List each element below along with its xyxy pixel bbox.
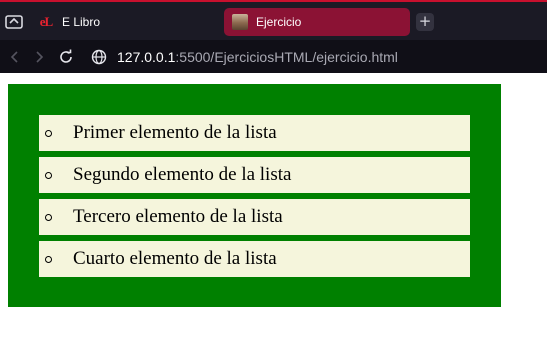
sidebar-toggle-icon[interactable] bbox=[4, 13, 24, 31]
reload-icon[interactable] bbox=[55, 46, 77, 68]
list-item: Primer elemento de la lista bbox=[39, 115, 470, 151]
tab-elibro[interactable]: eL E Libro bbox=[30, 8, 218, 36]
list-item-text: Primer elemento de la lista bbox=[73, 122, 277, 143]
circle-bullet-icon bbox=[45, 255, 52, 263]
tab-strip: eL E Libro Ejercicio + bbox=[0, 2, 547, 40]
forward-icon[interactable] bbox=[28, 46, 50, 68]
circle-bullet-icon bbox=[45, 213, 52, 221]
page-thumbnail-icon bbox=[232, 14, 248, 30]
browser-chrome: eL E Libro Ejercicio + 127.0.0.1:5500/Ej… bbox=[0, 0, 547, 73]
circle-bullet-icon bbox=[45, 129, 52, 137]
new-tab-button[interactable]: + bbox=[416, 13, 434, 31]
tab-title: E Libro bbox=[62, 15, 101, 29]
list-item: Segundo elemento de la lista bbox=[39, 157, 470, 193]
url-host: 127.0.0.1 bbox=[117, 49, 176, 65]
elibro-logo-icon: eL bbox=[38, 14, 54, 30]
tab-ejercicio[interactable]: Ejercicio bbox=[224, 8, 410, 36]
page-viewport: Primer elemento de la lista Segundo elem… bbox=[0, 73, 547, 363]
list-item-text: Cuarto elemento de la lista bbox=[73, 248, 277, 269]
address-bar[interactable]: 127.0.0.1:5500/EjerciciosHTML/ejercicio.… bbox=[117, 47, 398, 67]
list-item: Cuarto elemento de la lista bbox=[39, 241, 470, 277]
navigation-toolbar: 127.0.0.1:5500/EjerciciosHTML/ejercicio.… bbox=[0, 40, 547, 73]
list-container: Primer elemento de la lista Segundo elem… bbox=[8, 84, 501, 307]
circle-bullet-icon bbox=[45, 171, 52, 179]
globe-icon[interactable] bbox=[88, 46, 110, 68]
tab-title: Ejercicio bbox=[256, 15, 302, 29]
list-item: Tercero elemento de la lista bbox=[39, 199, 470, 235]
elibro-logo-text: eL bbox=[39, 14, 53, 29]
list-item-text: Segundo elemento de la lista bbox=[73, 164, 292, 185]
list-item-text: Tercero elemento de la lista bbox=[73, 206, 283, 227]
url-path: :5500/EjerciciosHTML/ejercicio.html bbox=[175, 49, 398, 65]
item-list: Primer elemento de la lista Segundo elem… bbox=[39, 115, 470, 283]
back-icon[interactable] bbox=[4, 46, 26, 68]
